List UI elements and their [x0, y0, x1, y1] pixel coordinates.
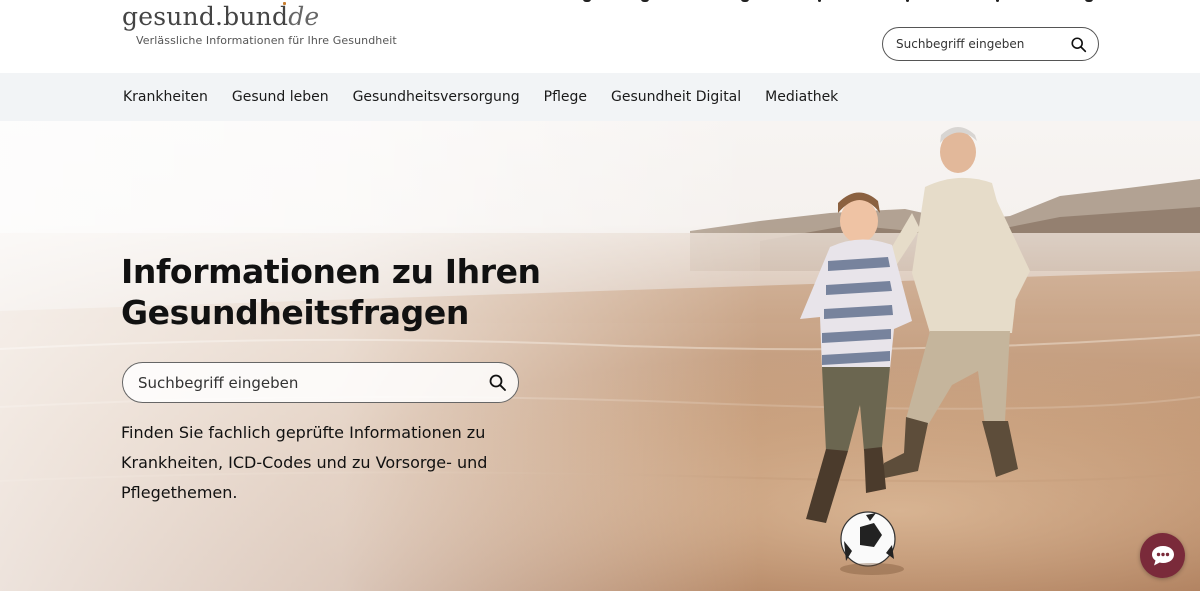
nav-item-mediathek[interactable]: Mediathek	[765, 89, 838, 105]
site-logo[interactable]: gesund.bundde Verlässliche Informationen…	[122, 2, 397, 47]
hero-text-overlay	[0, 121, 760, 591]
utility-icon[interactable]	[818, 0, 821, 2]
main-navigation: Krankheiten Gesund leben Gesundheitsvers…	[0, 73, 1200, 121]
header-search-form	[882, 27, 1099, 61]
utility-icon[interactable]	[1085, 0, 1093, 2]
search-icon[interactable]	[1070, 36, 1088, 54]
utility-icon[interactable]	[741, 0, 749, 2]
nav-item-gesundheitsversorgung[interactable]: Gesundheitsversorgung	[353, 89, 520, 105]
utility-icon[interactable]	[906, 0, 909, 2]
header-search-input[interactable]	[896, 37, 1066, 51]
hero-search-form	[122, 362, 519, 403]
chat-bubble-icon	[1151, 545, 1174, 565]
hero-title: Informationen zu Ihren Gesundheitsfragen	[121, 252, 541, 332]
utility-icon[interactable]	[641, 0, 649, 2]
top-utility-icons	[575, 0, 1105, 3]
site-header: gesund.bundde Verlässliche Informationen…	[0, 0, 1200, 73]
chat-button[interactable]	[1140, 533, 1185, 578]
hero-search-input[interactable]	[138, 373, 468, 392]
utility-icon[interactable]	[583, 0, 591, 2]
nav-item-krankheiten[interactable]: Krankheiten	[123, 89, 208, 105]
nav-item-gesund-leben[interactable]: Gesund leben	[232, 89, 329, 105]
hero-section: Informationen zu Ihren Gesundheitsfragen…	[0, 121, 1200, 591]
logo-tagline: Verlässliche Informationen für Ihre Gesu…	[136, 34, 397, 47]
utility-icon[interactable]	[996, 0, 999, 2]
nav-item-gesundheit-digital[interactable]: Gesundheit Digital	[611, 89, 741, 105]
nav-list: Krankheiten Gesund leben Gesundheitsvers…	[123, 73, 862, 121]
logo-dot	[283, 2, 286, 5]
logo-suffix-text: de	[288, 2, 320, 31]
nav-item-pflege[interactable]: Pflege	[544, 89, 587, 105]
search-icon[interactable]	[488, 373, 508, 393]
logo-main-text: gesund.bund	[122, 2, 289, 31]
logo-wordmark: gesund.bundde	[122, 2, 397, 32]
hero-description: Finden Sie fachlich geprüfte Information…	[121, 423, 488, 502]
